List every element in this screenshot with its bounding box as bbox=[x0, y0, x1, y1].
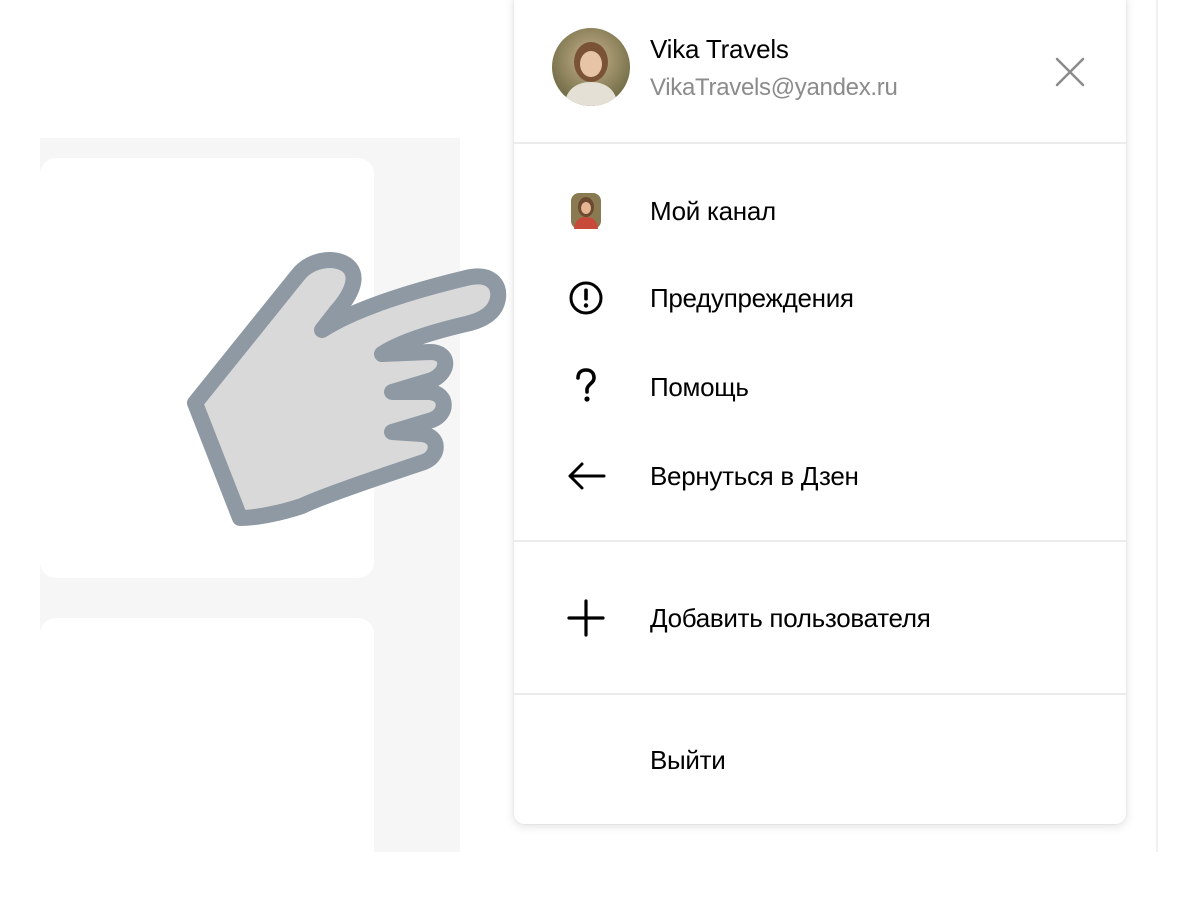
pointing-hand-icon bbox=[187, 252, 507, 526]
channel-avatar-icon bbox=[564, 191, 608, 231]
right-edge-divider bbox=[1156, 0, 1158, 852]
avatar-photo-icon bbox=[552, 28, 630, 106]
logout-label: Выйти bbox=[650, 745, 726, 775]
question-mark-icon bbox=[564, 367, 608, 407]
menu-item-label: Мой канал bbox=[650, 196, 776, 226]
add-user-button[interactable]: Добавить пользователя bbox=[514, 581, 1126, 655]
menu-item-label: Предупреждения bbox=[650, 283, 854, 313]
user-name: Vika Travels bbox=[650, 34, 789, 64]
menu-divider bbox=[514, 142, 1126, 144]
close-icon bbox=[1055, 57, 1085, 87]
menu-item-back-to-zen[interactable]: Вернуться в Дзен bbox=[514, 439, 1126, 513]
account-header: Vika Travels VikaTravels@yandex.ru bbox=[514, 0, 1126, 140]
menu-item-help[interactable]: Помощь bbox=[514, 350, 1126, 424]
menu-item-my-channel[interactable]: Мой канал bbox=[514, 174, 1126, 248]
account-menu: Vika Travels VikaTravels@yandex.ru Мой к… bbox=[514, 0, 1126, 824]
menu-divider bbox=[514, 693, 1126, 695]
menu-item-warnings[interactable]: Предупреждения bbox=[514, 261, 1126, 335]
logout-button[interactable]: Выйти bbox=[514, 723, 1126, 797]
add-user-label: Добавить пользователя bbox=[650, 603, 931, 633]
menu-divider bbox=[514, 540, 1126, 542]
exclamation-circle-icon bbox=[564, 278, 608, 318]
menu-item-label: Вернуться в Дзен bbox=[650, 461, 859, 491]
content-card bbox=[40, 618, 374, 898]
user-email: VikaTravels@yandex.ru bbox=[650, 74, 898, 101]
arrow-left-icon bbox=[564, 456, 608, 496]
menu-item-label: Помощь bbox=[650, 372, 749, 402]
user-avatar bbox=[552, 28, 630, 106]
plus-icon bbox=[564, 598, 608, 638]
close-button[interactable] bbox=[1050, 52, 1090, 92]
